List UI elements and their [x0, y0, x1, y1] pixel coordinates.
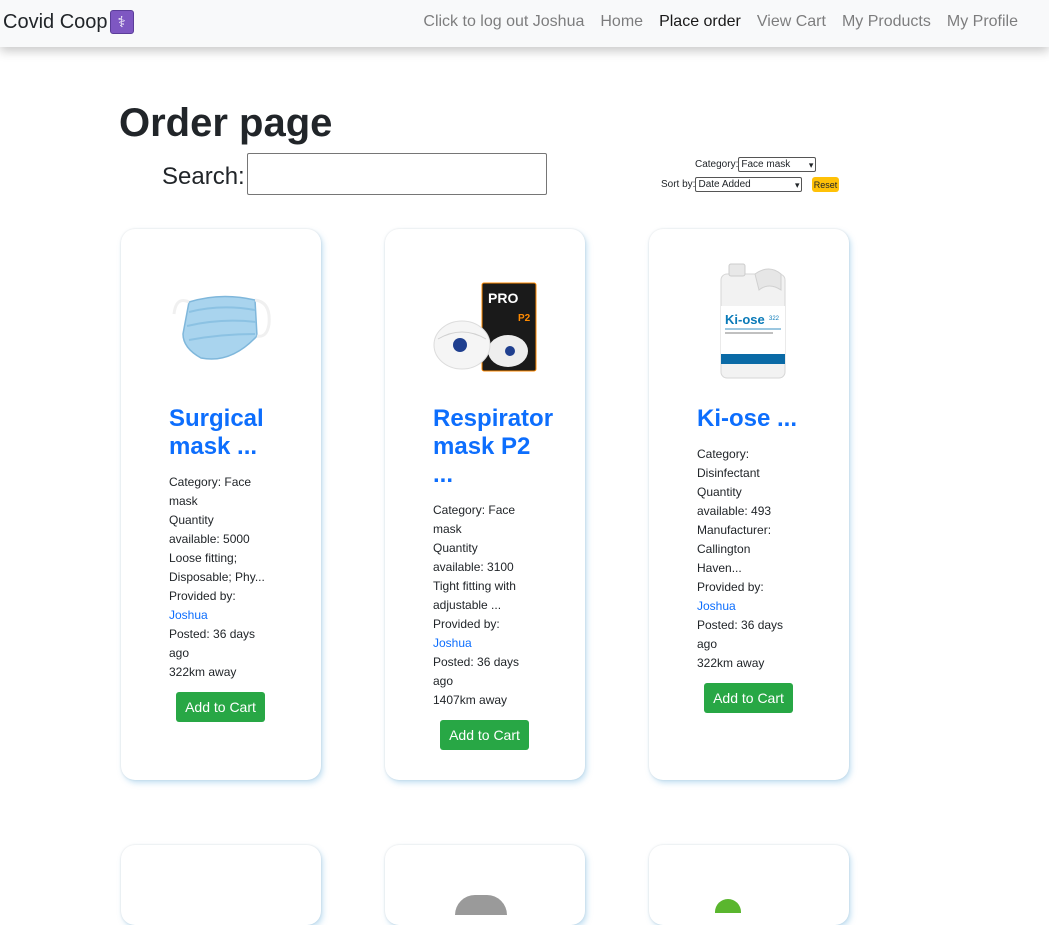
add-to-cart-button[interactable]: Add to Cart — [440, 720, 529, 750]
detail-line: Disposable; Phy... — [169, 570, 265, 584]
svg-text:322: 322 — [769, 316, 780, 322]
detail-line: available: 5000 — [169, 532, 250, 546]
category-select-value: Face mask — [741, 158, 791, 170]
detail-line: 322km away — [169, 665, 237, 679]
provider-link[interactable]: Joshua — [169, 606, 279, 625]
sort-label: Sort by: — [661, 179, 696, 191]
svg-text:Ki-ose: Ki-ose — [725, 312, 765, 327]
detail-line: Category: — [697, 447, 750, 461]
product-card — [121, 845, 321, 925]
sort-select-value: Date Added — [698, 178, 751, 190]
product-title-line: Surgical — [169, 405, 264, 432]
svg-text:PRO: PRO — [488, 290, 518, 306]
search-input[interactable] — [247, 153, 547, 195]
add-to-cart-button[interactable]: Add to Cart — [704, 683, 793, 713]
product-title-line: mask P2 — [433, 433, 531, 460]
detail-line: Disinfectant — [697, 466, 760, 480]
add-to-cart-button[interactable]: Add to Cart — [176, 692, 265, 722]
detail-line: Posted: 36 days — [433, 655, 520, 669]
product-title-line: ... — [433, 461, 454, 488]
product-title[interactable]: Surgical mask ... — [169, 405, 279, 461]
reset-button[interactable]: Reset — [812, 177, 839, 192]
detail-line: 322km away — [697, 656, 765, 670]
home-link[interactable]: Home — [592, 12, 651, 32]
product-title-line: Respirator — [433, 405, 554, 432]
chevron-down-icon: ▾ — [808, 159, 814, 170]
surgical-mask-image — [121, 249, 321, 409]
brand-name: Covid Coop — [3, 10, 108, 33]
detail-line: ago — [697, 637, 718, 651]
detail-line: available: 493 — [697, 504, 772, 518]
detail-line: Posted: 36 days — [169, 627, 256, 641]
detail-line: 1407km away — [433, 693, 508, 707]
detail-line: Category: Face — [169, 475, 252, 489]
product-card: Ki-ose 322 Ki-ose ... Category: Disinfec… — [649, 229, 849, 780]
detail-line: ago — [169, 646, 190, 660]
respirator-p2-image: PRO P2 — [385, 249, 585, 409]
detail-line: Provided by: — [697, 580, 764, 594]
product-title[interactable]: Respirator mask P2 ... — [433, 405, 554, 489]
detail-line: Provided by: — [433, 617, 500, 631]
product-card: Surgical mask ... Category: Face mask Qu… — [121, 229, 321, 780]
detail-line: Quantity — [433, 541, 478, 555]
my-profile-link[interactable]: My Profile — [939, 12, 1026, 32]
category-filter: Category: Face mask ▾ — [695, 157, 817, 172]
logout-link[interactable]: Click to log out Joshua — [415, 12, 592, 32]
brand-link[interactable]: Covid Coop ⚕ — [3, 10, 134, 34]
detail-line: mask — [169, 494, 198, 508]
detail-line: mask — [433, 522, 462, 536]
detail-line: available: 3100 — [433, 560, 514, 574]
category-select[interactable]: Face mask ▾ — [738, 157, 817, 172]
product-card: PRO P2 Respirator mask P2 ... Category: … — [385, 229, 585, 780]
detail-line: Category: Face — [433, 503, 516, 517]
search-label: Search: — [162, 163, 245, 190]
detail-line: Posted: 36 days — [697, 618, 784, 632]
detail-line: Callington — [697, 542, 751, 556]
disinfectant-bottle-image: Ki-ose 322 — [649, 245, 849, 405]
product-title-line: mask ... — [169, 433, 258, 460]
provider-link[interactable]: Joshua — [433, 634, 543, 653]
product-title[interactable]: Ki-ose ... — [697, 405, 807, 433]
detail-line: Provided by: — [169, 589, 236, 603]
card-body: Surgical mask ... Category: Face mask Qu… — [169, 405, 279, 682]
nav-links: Click to log out Joshua Home Place order… — [415, 12, 1026, 32]
category-label: Category: — [695, 159, 739, 171]
provider-link[interactable]: Joshua — [697, 597, 807, 616]
product-title-line: Ki-ose ... — [697, 405, 798, 432]
sort-select[interactable]: Date Added ▾ — [695, 177, 803, 192]
card-body: Ki-ose ... Category: Disinfectant Quanti… — [697, 405, 807, 673]
navbar: Covid Coop ⚕ Click to log out Joshua Hom… — [0, 0, 1049, 47]
detail-line: ago — [433, 674, 454, 688]
product-image-partial — [455, 895, 507, 915]
detail-line: adjustable ... — [433, 598, 502, 612]
my-products-link[interactable]: My Products — [834, 12, 939, 32]
sort-filter: Sort by: Date Added ▾ — [661, 177, 803, 192]
product-card — [385, 845, 585, 925]
svg-text:P2: P2 — [518, 313, 531, 324]
product-image-partial — [715, 899, 741, 913]
detail-line: Quantity — [169, 513, 214, 527]
medical-caduceus-icon: ⚕ — [109, 10, 134, 34]
page-title: Order page — [119, 101, 333, 145]
detail-line: Quantity — [697, 485, 742, 499]
chevron-down-icon: ▾ — [794, 179, 800, 190]
detail-line: Haven... — [697, 561, 742, 575]
card-body: Respirator mask P2 ... Category: Face ma… — [433, 405, 554, 710]
place-order-link[interactable]: Place order — [651, 12, 749, 32]
view-cart-link[interactable]: View Cart — [749, 12, 834, 32]
detail-line: Manufacturer: — [697, 523, 772, 537]
detail-line: Tight fitting with — [433, 579, 516, 593]
product-card — [649, 845, 849, 925]
detail-line: Loose fitting; — [169, 551, 238, 565]
